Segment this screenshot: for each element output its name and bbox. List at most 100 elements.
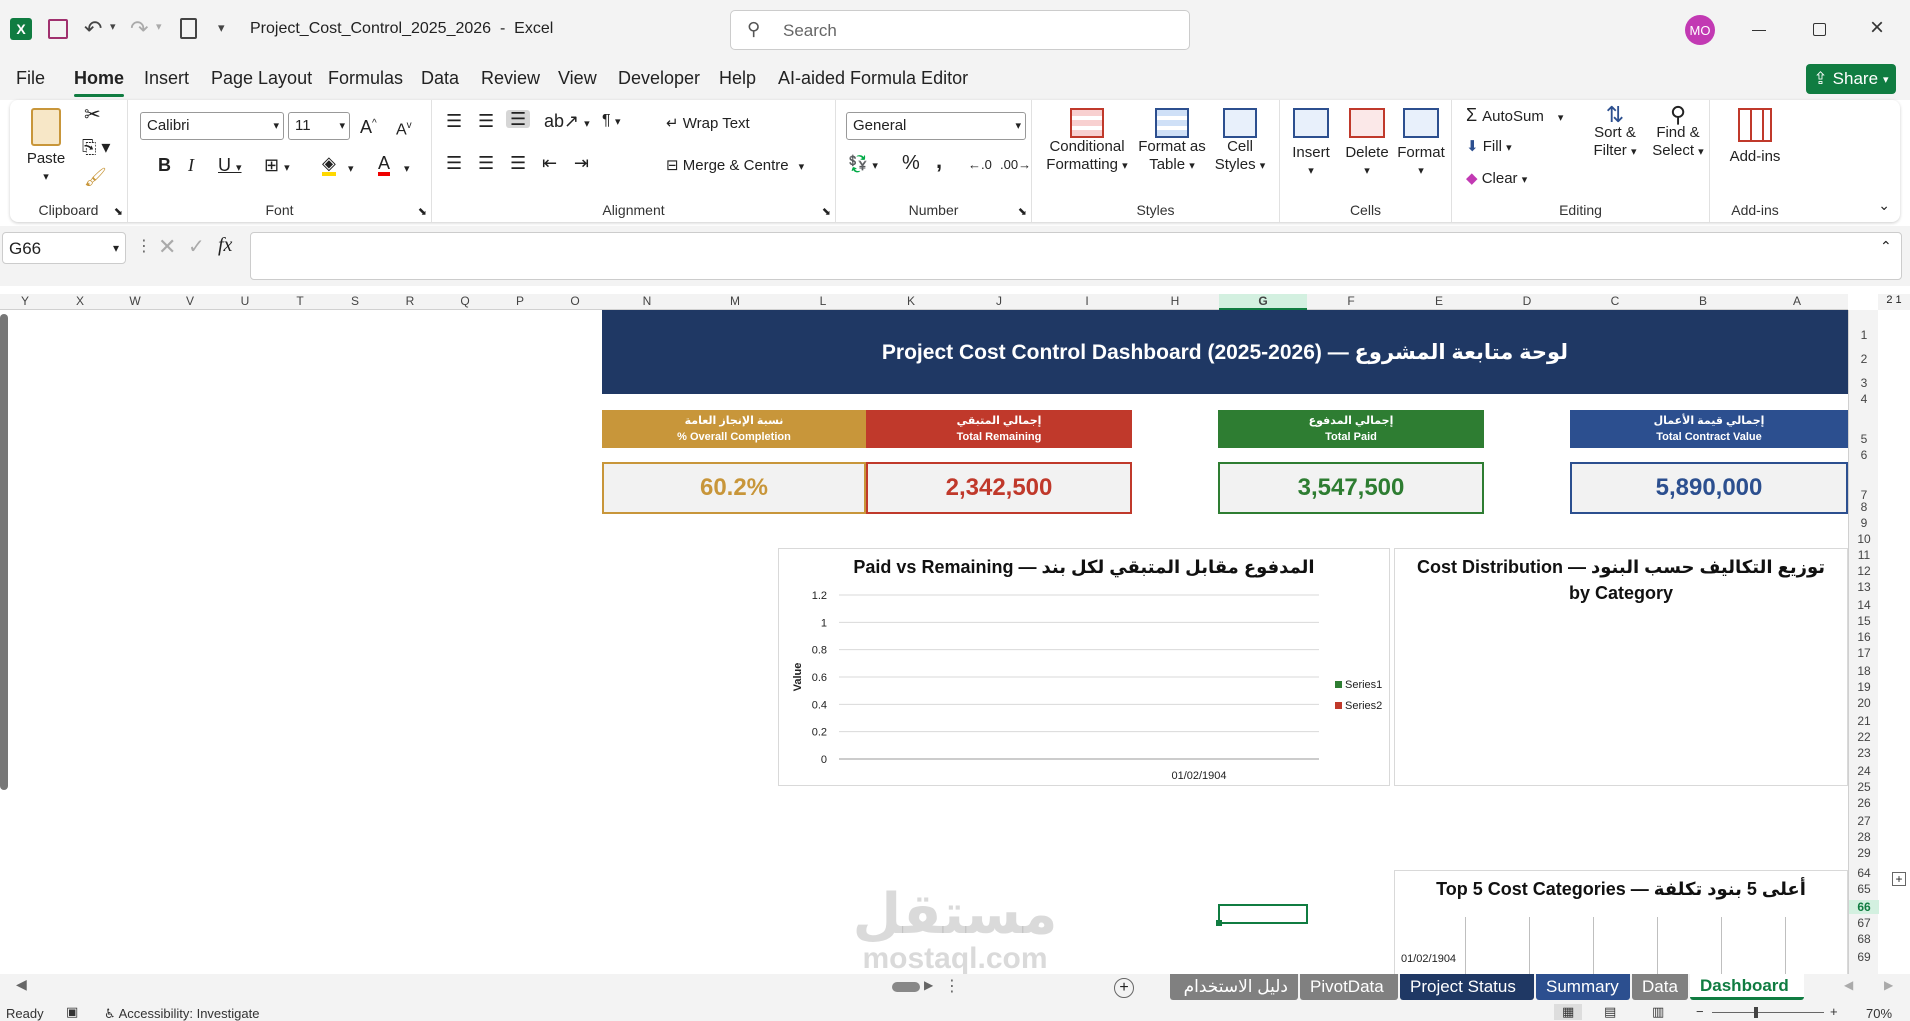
comma-style-icon[interactable]: ,: [936, 150, 942, 172]
row-header[interactable]: 9: [1849, 516, 1879, 530]
row-header[interactable]: 16: [1849, 630, 1879, 644]
insert-function-icon[interactable]: fx: [218, 234, 232, 257]
accounting-format-icon[interactable]: 💱 ▾: [848, 156, 878, 175]
column-header[interactable]: O: [565, 294, 585, 308]
clear-button[interactable]: ◆ Clear ▾: [1466, 170, 1527, 189]
decrease-decimal-icon[interactable]: .00→: [1000, 156, 1031, 174]
sheet-tab-data[interactable]: Data: [1632, 974, 1688, 1000]
column-header[interactable]: I: [1077, 294, 1097, 308]
avatar[interactable]: MO: [1685, 15, 1715, 45]
expand-group-icon[interactable]: +: [1892, 872, 1906, 886]
column-header[interactable]: Q: [455, 294, 475, 308]
tab-home[interactable]: Home: [74, 68, 125, 97]
collapse-ribbon-icon[interactable]: ⌄: [1878, 197, 1890, 214]
close-icon[interactable]: ×: [1870, 14, 1884, 42]
percent-style-icon[interactable]: %: [902, 153, 920, 173]
merge-centre-button[interactable]: ⊟ Merge & Centre ▾: [666, 157, 804, 176]
customize-toolbar-icon[interactable]: ▾: [218, 20, 225, 36]
row-header[interactable]: 29: [1849, 846, 1879, 860]
column-header[interactable]: S: [345, 294, 365, 308]
column-header[interactable]: V: [180, 294, 200, 308]
restore-icon[interactable]: [1813, 23, 1826, 36]
borders-icon[interactable]: ⊞ ▾: [264, 156, 290, 177]
chart-paid-vs-remaining[interactable]: المدفوع مقابل المتبقي لكل بند — Paid vs …: [778, 548, 1390, 786]
column-header[interactable]: D: [1517, 294, 1537, 308]
chart-cost-distribution[interactable]: توزيع التكاليف حسب البنود — Cost Distrib…: [1394, 548, 1848, 786]
outline-level-buttons[interactable]: 2 1: [1878, 294, 1910, 310]
column-header[interactable]: H: [1165, 294, 1185, 308]
row-header[interactable]: 20: [1849, 696, 1879, 710]
name-box[interactable]: G66 ▾: [2, 232, 126, 264]
fill-color-dropdown-icon[interactable]: ▾: [348, 160, 354, 178]
format-painter-icon[interactable]: 🖌: [84, 168, 107, 186]
redo-icon[interactable]: ↷: [130, 16, 148, 42]
row-header[interactable]: 26: [1849, 796, 1879, 810]
insert-cells-button[interactable]: Insert ▾: [1284, 108, 1338, 180]
column-header[interactable]: E: [1429, 294, 1449, 308]
row-header[interactable]: 15: [1849, 614, 1879, 628]
tab-page-layout[interactable]: Page Layout: [211, 68, 312, 89]
number-launcher-icon[interactable]: ⬊: [1018, 205, 1027, 218]
sheet-tab-pivotdata[interactable]: PivotData: [1300, 974, 1398, 1000]
zoom-out-icon[interactable]: −: [1696, 1004, 1704, 1019]
normal-view-icon[interactable]: ▦: [1554, 1004, 1583, 1020]
fill-handle[interactable]: [1216, 920, 1222, 926]
tab-data[interactable]: Data: [421, 68, 459, 89]
column-header[interactable]: T: [290, 294, 310, 308]
row-header[interactable]: 12: [1849, 564, 1879, 578]
row-header[interactable]: 19: [1849, 680, 1879, 694]
row-header[interactable]: 65: [1849, 882, 1879, 896]
row-header[interactable]: 22: [1849, 730, 1879, 744]
tabs-scroll-left-icon[interactable]: ◀: [1844, 978, 1853, 992]
copy-icon[interactable]: ⎘ ▾: [82, 138, 110, 156]
sort-filter-button[interactable]: ⇅ Sort & Filter ▾: [1588, 104, 1642, 161]
tab-file[interactable]: File: [16, 68, 45, 89]
zoom-slider-thumb[interactable]: [1754, 1007, 1758, 1018]
decrease-indent-icon[interactable]: ⇤: [542, 154, 557, 172]
conditional-formatting-button[interactable]: Conditional Formatting ▾: [1040, 108, 1134, 175]
chart-top5-categories[interactable]: أعلى 5 بنود تكلفة — Top 5 Cost Categorie…: [1394, 870, 1848, 974]
redo-dropdown-icon[interactable]: ▾: [156, 20, 162, 33]
vertical-scrollbar[interactable]: [0, 314, 8, 790]
font-color-dropdown-icon[interactable]: ▾: [404, 160, 410, 178]
column-header[interactable]: G: [1219, 294, 1307, 310]
find-select-button[interactable]: ⚲ Find & Select ▾: [1648, 104, 1708, 161]
column-header[interactable]: U: [235, 294, 255, 308]
sheet-tab-summary[interactable]: Summary: [1536, 974, 1630, 1000]
row-header[interactable]: 27: [1849, 814, 1879, 828]
tab-view[interactable]: View: [558, 68, 597, 89]
cancel-entry-icon[interactable]: ✕: [158, 234, 176, 260]
row-header[interactable]: 28: [1849, 830, 1879, 844]
column-header[interactable]: M: [725, 294, 745, 308]
row-header[interactable]: 24: [1849, 764, 1879, 778]
font-size-select[interactable]: 11 ▾: [288, 112, 350, 140]
align-bottom-icon[interactable]: ☰: [506, 110, 531, 128]
row-header[interactable]: 68: [1849, 932, 1879, 946]
underline-icon[interactable]: U ▾: [218, 156, 242, 177]
bold-icon[interactable]: B: [158, 156, 171, 174]
tab-review[interactable]: Review: [481, 68, 540, 89]
row-header[interactable]: 4: [1849, 392, 1879, 406]
row-header[interactable]: 25: [1849, 780, 1879, 794]
addins-button[interactable]: Add-ins: [1720, 108, 1790, 166]
row-header[interactable]: 69: [1849, 950, 1879, 964]
row-header[interactable]: 66: [1849, 900, 1879, 914]
page-break-view-icon[interactable]: ▥: [1652, 1004, 1664, 1020]
confirm-entry-icon[interactable]: ✓: [188, 234, 205, 259]
scroll-left-icon[interactable]: ◀: [16, 976, 27, 993]
increase-font-icon[interactable]: A^: [360, 115, 377, 136]
row-header[interactable]: 14: [1849, 598, 1879, 612]
tab-ai-formula-editor[interactable]: AI-aided Formula Editor: [778, 68, 968, 89]
alignment-launcher-icon[interactable]: ⬊: [822, 205, 831, 218]
tab-developer[interactable]: Developer: [618, 68, 700, 89]
column-header[interactable]: L: [813, 294, 833, 308]
delete-cells-button[interactable]: Delete ▾: [1340, 108, 1394, 180]
undo-dropdown-icon[interactable]: ▾: [110, 20, 116, 33]
cell-styles-button[interactable]: Cell Styles ▾: [1208, 108, 1272, 175]
row-header[interactable]: 67: [1849, 916, 1879, 930]
paste-button[interactable]: Paste ▾: [16, 108, 76, 186]
column-header[interactable]: A: [1787, 294, 1807, 308]
formula-input[interactable]: [250, 232, 1902, 280]
column-header[interactable]: Y: [15, 294, 35, 308]
tabs-scroll-right-icon[interactable]: ▶: [1884, 978, 1893, 992]
